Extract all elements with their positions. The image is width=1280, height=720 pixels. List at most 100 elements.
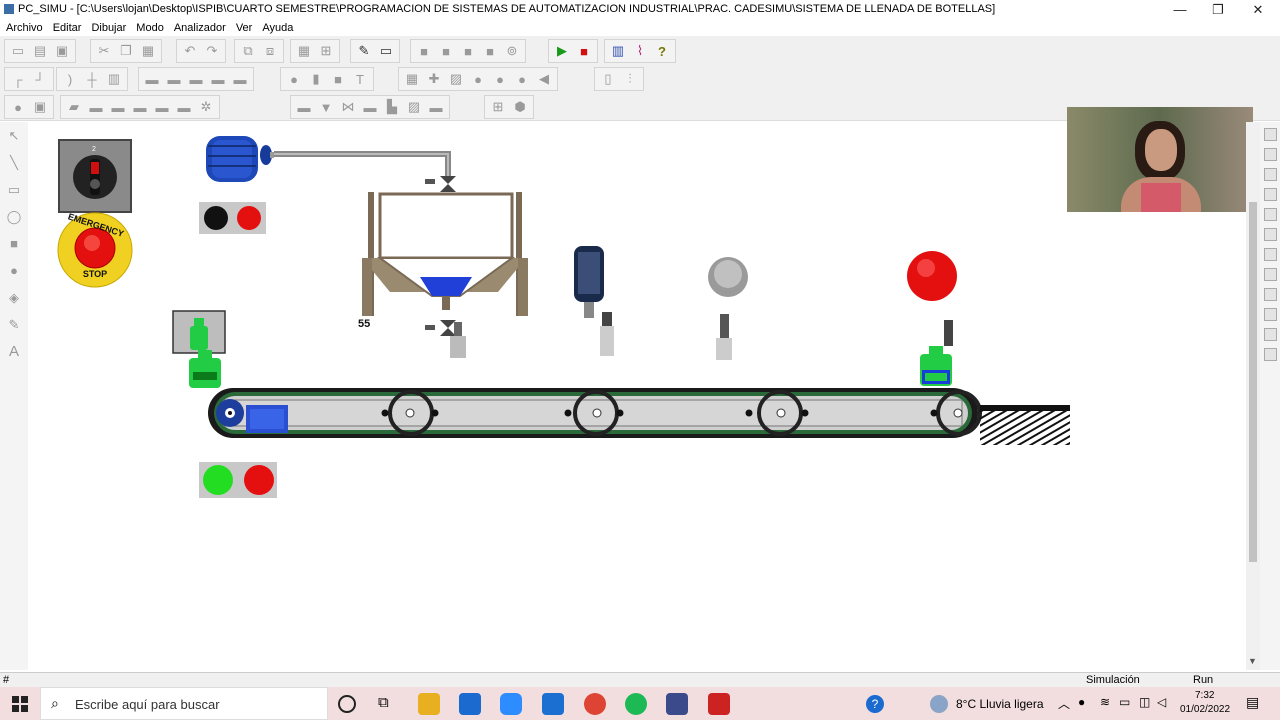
palette-swatch[interactable] — [1263, 148, 1277, 161]
zoom-icon[interactable] — [500, 693, 522, 715]
paste-icon[interactable]: ▦ — [139, 42, 157, 60]
sensor-icon[interactable]: ⫶ — [621, 70, 639, 88]
palette-swatch[interactable] — [1263, 268, 1277, 281]
text-tool-icon[interactable]: A — [0, 338, 28, 365]
joint-icon[interactable]: ✚ — [425, 70, 443, 88]
wifi-icon[interactable]: ≋ — [1100, 695, 1110, 709]
palette-swatch[interactable] — [1263, 288, 1277, 301]
piston-icon-4[interactable]: ▬ — [153, 98, 171, 116]
cylinder-icon[interactable]: ▰ — [65, 98, 83, 116]
restore-button[interactable]: ❐ — [1200, 0, 1236, 20]
rect-v-icon[interactable]: ▮ — [307, 70, 325, 88]
undo-icon[interactable]: ↶ — [181, 42, 199, 60]
pipe-icon-4[interactable]: ▬ — [209, 70, 227, 88]
circle-icon[interactable]: ● — [285, 70, 303, 88]
taskbar-search-box[interactable]: ⌕ Escribe aquí para buscar — [40, 687, 328, 720]
cade-simu-icon[interactable] — [708, 693, 730, 715]
piston-icon-1[interactable]: ▬ — [87, 98, 105, 116]
plc-icon-3[interactable]: ■ — [459, 42, 477, 60]
file-explorer-icon[interactable] — [418, 693, 440, 715]
pipe-icon-2[interactable]: ▬ — [165, 70, 183, 88]
plc-icon-4[interactable]: ■ — [481, 42, 499, 60]
blob-icon-3[interactable]: ● — [513, 70, 531, 88]
menu-ver[interactable]: Ver — [231, 20, 258, 36]
help-taskbar-icon[interactable]: ? — [866, 695, 884, 713]
pencil-icon[interactable]: ✎ — [355, 42, 373, 60]
clock-time[interactable]: 7:32 — [1195, 690, 1214, 701]
link-icon[interactable]: ⊚ — [503, 42, 521, 60]
wire-line-icon[interactable]: ┘ — [31, 70, 49, 88]
fill-bucket-icon[interactable]: ◈ — [0, 284, 28, 311]
filled-rect-icon[interactable]: ■ — [0, 230, 28, 257]
battery-icon[interactable]: ▭ — [1119, 695, 1130, 709]
chrome-icon[interactable] — [584, 693, 606, 715]
scrollbar-thumb[interactable] — [1249, 202, 1257, 562]
matrix-icon[interactable]: ▦ — [403, 70, 421, 88]
piston-icon-2[interactable]: ▬ — [109, 98, 127, 116]
hexagon-icon[interactable]: ⬢ — [511, 98, 529, 116]
save-icon[interactable]: ▣ — [53, 42, 71, 60]
palette-swatch[interactable] — [1263, 168, 1277, 181]
blob-icon-1[interactable]: ● — [469, 70, 487, 88]
menu-analizador[interactable]: Analizador — [169, 20, 231, 36]
menu-modo[interactable]: Modo — [131, 20, 169, 36]
piston-icon-5[interactable]: ▬ — [175, 98, 193, 116]
volume-icon[interactable]: ◁ — [1157, 695, 1166, 709]
palette-swatch[interactable] — [1263, 348, 1277, 361]
wire-corner-icon[interactable]: ┌ — [9, 70, 27, 88]
palette-swatch[interactable] — [1263, 328, 1277, 341]
grid-small-icon[interactable]: ⊞ — [489, 98, 507, 116]
group-icon[interactable]: ⧉ — [239, 42, 257, 60]
windows-start-icon[interactable] — [12, 696, 28, 712]
cross-icon[interactable]: ┼ — [83, 70, 101, 88]
ungroup-icon[interactable]: ⧈ — [261, 42, 279, 60]
chart-icon[interactable]: ▥ — [609, 42, 627, 60]
analyzer-icon[interactable]: ⌇ — [631, 42, 649, 60]
valve-icon[interactable]: ▼ — [317, 98, 335, 116]
menu-editar[interactable]: Editar — [48, 20, 87, 36]
switch-icon[interactable]: ▯ — [599, 70, 617, 88]
vertical-scrollbar[interactable]: ▼ — [1246, 122, 1260, 670]
arc-icon[interactable]: ) — [61, 70, 79, 88]
palette-swatch[interactable] — [1263, 308, 1277, 321]
minimize-button[interactable]: — — [1162, 0, 1198, 20]
rect-icon[interactable]: ■ — [329, 70, 347, 88]
help-icon[interactable]: ? — [653, 42, 671, 60]
mail-icon[interactable] — [459, 693, 481, 715]
network-icon[interactable]: ◫ — [1139, 695, 1150, 709]
plc-icon-1[interactable]: ■ — [415, 42, 433, 60]
weather-text[interactable]: 8°C Lluvia ligera — [956, 697, 1044, 711]
palette-swatch[interactable] — [1263, 228, 1277, 241]
open-file-icon[interactable]: ▤ — [31, 42, 49, 60]
truck-icon[interactable]: ▙ — [383, 98, 401, 116]
tank-icon[interactable]: ▬ — [295, 98, 313, 116]
task-view-icon[interactable]: ⧉ — [378, 694, 389, 711]
stop-icon[interactable]: ■ — [575, 42, 593, 60]
pipe-icon-1[interactable]: ▬ — [143, 70, 161, 88]
monitor-icon[interactable]: ▭ — [377, 42, 395, 60]
rectangle-tool-icon[interactable]: ▭ — [0, 176, 28, 203]
redo-icon[interactable]: ↷ — [203, 42, 221, 60]
palette-swatch[interactable] — [1263, 188, 1277, 201]
notifications-icon[interactable]: ▤ — [1246, 694, 1259, 711]
pc-simu-taskbar-icon[interactable] — [666, 693, 688, 715]
grid-icon[interactable]: ▦ — [295, 42, 313, 60]
pointer-icon[interactable]: ↖ — [0, 122, 28, 149]
scroll-down-icon[interactable]: ▼ — [1248, 656, 1257, 666]
image-icon[interactable]: ▨ — [447, 70, 465, 88]
pipe-icon-3[interactable]: ▬ — [187, 70, 205, 88]
microphone-icon[interactable]: ● — [1078, 695, 1085, 709]
motor-part-icon[interactable]: ● — [9, 98, 27, 116]
palette-swatch[interactable] — [1263, 208, 1277, 221]
new-file-icon[interactable]: ▭ — [9, 42, 27, 60]
spotify-icon[interactable] — [625, 693, 647, 715]
box-3d-icon[interactable]: ▣ — [31, 98, 49, 116]
text-icon[interactable]: T — [351, 70, 369, 88]
menu-ayuda[interactable]: Ayuda — [257, 20, 298, 36]
pump-motor[interactable] — [206, 136, 274, 182]
inlet-valve[interactable] — [425, 176, 456, 192]
tray-chevron-icon[interactable]: ︿ — [1058, 695, 1070, 712]
butterfly-icon[interactable]: ⋈ — [339, 98, 357, 116]
outlet-valve[interactable] — [425, 320, 456, 336]
palette-swatch[interactable] — [1263, 128, 1277, 141]
